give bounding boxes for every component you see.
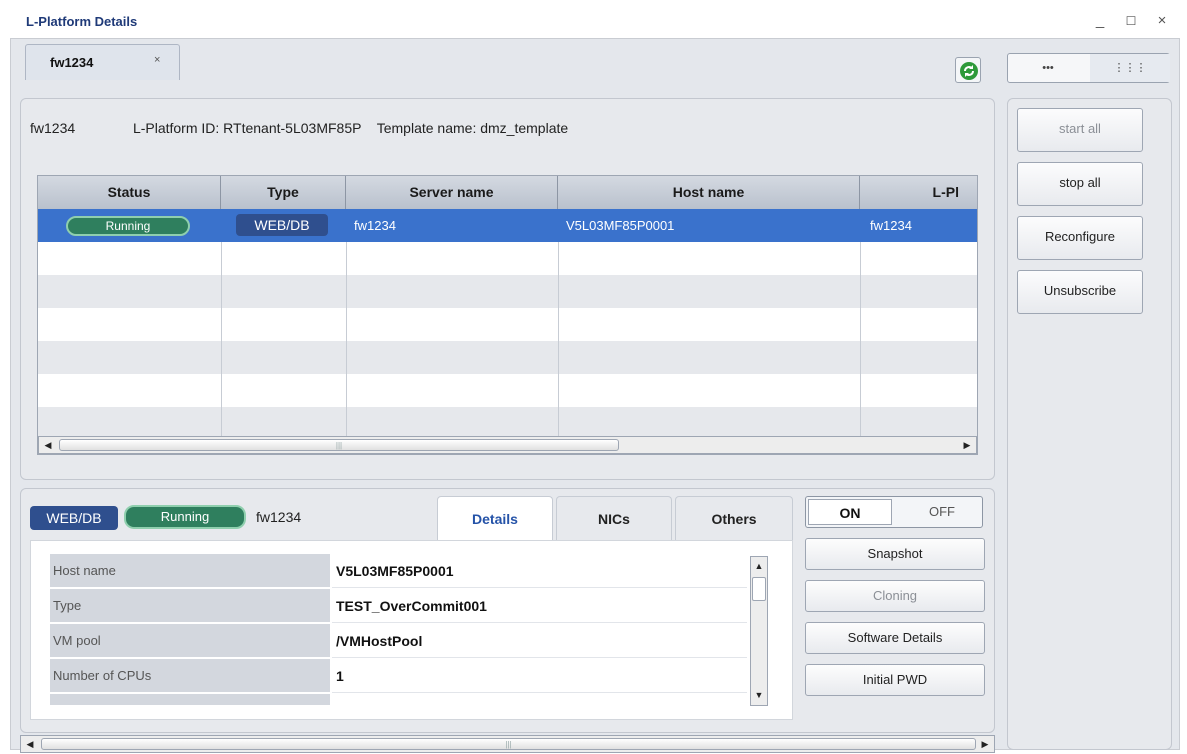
- reconfigure-button[interactable]: Reconfigure: [1017, 216, 1143, 260]
- detail-type-badge: WEB/DB: [30, 506, 118, 530]
- cloning-button[interactable]: Cloning: [805, 580, 985, 612]
- details-vertical-scrollbar[interactable]: ▲ ▼: [750, 556, 768, 706]
- property-label: Host name: [50, 554, 330, 588]
- scroll-down-icon[interactable]: ▼: [752, 687, 766, 703]
- initial-pwd-button[interactable]: Initial PWD: [805, 664, 985, 696]
- scroll-up-icon[interactable]: ▲: [752, 558, 766, 574]
- property-label: VM pool: [50, 624, 330, 658]
- maximize-icon[interactable]: ☐: [1121, 14, 1141, 28]
- property-label: Number of CPUs: [50, 659, 330, 693]
- column-header-lpl[interactable]: L-Pl: [860, 176, 977, 209]
- tab-label: fw1234: [50, 55, 94, 70]
- unsubscribe-button[interactable]: Unsubscribe: [1017, 270, 1143, 314]
- stop-all-button[interactable]: stop all: [1017, 162, 1143, 206]
- property-label: [50, 694, 330, 706]
- start-all-button[interactable]: start all: [1017, 108, 1143, 152]
- software-details-button[interactable]: Software Details: [805, 622, 985, 654]
- tab-others[interactable]: Others: [675, 496, 793, 540]
- column-divider: [346, 242, 347, 436]
- view-grid-icon[interactable]: ⋮⋮⋮: [1090, 54, 1170, 82]
- scroll-thumb[interactable]: [752, 577, 766, 601]
- table-row: [38, 341, 977, 374]
- detail-server-name: fw1234: [256, 509, 302, 525]
- status-badge: Running: [66, 216, 190, 236]
- scroll-left-icon[interactable]: ◀: [22, 737, 38, 751]
- template-name: Template name: dmz_template: [376, 120, 569, 136]
- server-name-cell: fw1234: [354, 218, 396, 233]
- platform-name: fw1234: [30, 120, 76, 136]
- property-value: 1: [332, 659, 747, 693]
- table-row[interactable]: Running WEB/DB fw1234 V5L03MF85P0001 fw1…: [38, 209, 977, 242]
- detail-status-badge: Running: [124, 505, 246, 529]
- table-row: [38, 374, 977, 407]
- lpl-cell: fw1234: [870, 218, 912, 233]
- column-header-type[interactable]: Type: [221, 176, 346, 209]
- table-row: [38, 308, 977, 341]
- platform-info: fw1234 L-Platform ID: RTtenant-5L03MF85P…: [30, 120, 568, 136]
- table-row: [38, 275, 977, 308]
- platform-id: L-Platform ID: RTtenant-5L03MF85P: [132, 120, 362, 136]
- tab-nics[interactable]: NICs: [556, 496, 672, 540]
- table-horizontal-scrollbar[interactable]: ◀ ||| ▶: [38, 436, 977, 454]
- scroll-thumb[interactable]: |||: [41, 738, 976, 750]
- column-header-server-name[interactable]: Server name: [346, 176, 558, 209]
- power-toggle[interactable]: ON OFF: [805, 496, 983, 528]
- window-title: L-Platform Details: [26, 14, 138, 29]
- property-value: TEST_OverCommit001: [332, 589, 747, 623]
- refresh-button[interactable]: [955, 57, 981, 83]
- column-divider: [221, 242, 222, 436]
- refresh-icon: [960, 62, 978, 80]
- scroll-thumb[interactable]: |||: [59, 439, 619, 451]
- view-list-icon[interactable]: •••: [1008, 54, 1088, 82]
- minimize-icon[interactable]: _: [1090, 12, 1110, 29]
- server-table: Status Type Server name Host name L-Pl R…: [37, 175, 978, 455]
- power-on-option[interactable]: ON: [808, 499, 892, 525]
- property-label: Type: [50, 589, 330, 623]
- property-value: V5L03MF85P0001: [332, 554, 747, 588]
- column-header-status[interactable]: Status: [38, 176, 221, 209]
- snapshot-button[interactable]: Snapshot: [805, 538, 985, 570]
- type-badge: WEB/DB: [236, 214, 328, 236]
- scroll-right-icon[interactable]: ▶: [959, 438, 975, 452]
- view-toggle[interactable]: ••• ⋮⋮⋮: [1007, 53, 1170, 83]
- column-header-host-name[interactable]: Host name: [558, 176, 860, 209]
- tab-details[interactable]: Details: [437, 496, 553, 540]
- scroll-right-icon[interactable]: ▶: [977, 737, 993, 751]
- column-divider: [558, 242, 559, 436]
- column-divider: [860, 242, 861, 436]
- tab-close-icon[interactable]: ×: [154, 54, 160, 66]
- tab-fw1234[interactable]: fw1234 ×: [25, 44, 180, 80]
- table-row: [38, 242, 977, 275]
- scroll-left-icon[interactable]: ◀: [40, 438, 56, 452]
- close-icon[interactable]: ×: [1152, 12, 1172, 29]
- window-horizontal-scrollbar[interactable]: ◀ ||| ▶: [20, 735, 995, 753]
- power-off-option[interactable]: OFF: [902, 499, 982, 525]
- host-name-cell: V5L03MF85P0001: [566, 218, 675, 233]
- property-value: /VMHostPool: [332, 624, 747, 658]
